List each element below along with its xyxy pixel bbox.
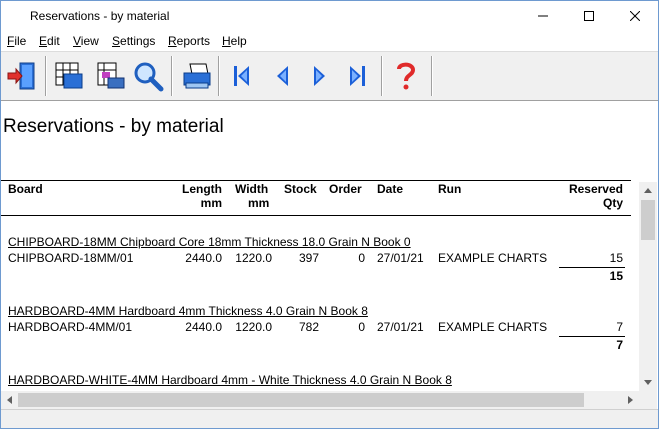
previous-page-icon [277,66,288,86]
cell-stock: 397 [298,251,319,265]
header-top-rule [1,180,631,181]
cell-order: 0 [358,251,365,265]
cell-date: 27/01/21 [377,320,424,334]
col-stock-header: Stock [284,182,317,196]
cell-board: HARDBOARD-4MM/01 [8,320,133,334]
vertical-scroll-thumb[interactable] [641,200,655,240]
cell-stock: 782 [298,320,319,334]
chevron-down-icon [644,380,652,385]
group-total: 15 [609,269,623,283]
menu-help[interactable]: Help [222,34,247,48]
group-title: HARDBOARD-WHITE-4MM Hardboard 4mm - Whit… [8,373,452,387]
cell-date: 27/01/21 [377,251,424,265]
col-width-header: Width mm [235,182,270,210]
group-title: HARDBOARD-4MM Hardboard 4mm Thickness 4.… [8,304,368,318]
chevron-right-icon [628,396,633,404]
horizontal-scroll-thumb[interactable] [18,393,584,407]
zoom-button[interactable] [131,58,165,94]
last-page-button[interactable] [341,58,375,94]
cell-board: CHIPBOARD-18MM/01 [8,251,134,265]
col-board-header: Board [8,182,43,196]
print-button[interactable] [179,58,213,94]
chevron-left-icon [7,396,12,404]
menu-view[interactable]: View [73,34,99,48]
cell-qty: 15 [609,251,623,265]
toolbar [1,51,658,101]
scroll-left-button[interactable] [1,391,18,409]
help-button[interactable] [389,58,423,94]
app-icon [9,9,23,23]
horizontal-scrollbar[interactable] [1,391,639,409]
close-icon [630,11,640,21]
menu-file[interactable]: File [7,34,26,48]
group-total: 7 [616,338,623,352]
menu-bar: File Edit View Settings Reports Help [1,31,658,51]
layout-grid-icon [55,62,83,89]
application-window: Reservations - by material File Edit Vie… [0,0,659,429]
print-preview-button[interactable] [93,58,127,94]
col-reserved-header: Reserved Qty [568,182,623,210]
col-length-header: Length mm [182,182,222,210]
window-title: Reservations - by material [30,9,170,23]
last-page-icon [350,66,365,86]
next-page-icon [314,66,325,86]
exit-button[interactable] [5,58,39,94]
layout-grid-button[interactable] [51,58,85,94]
title-bar: Reservations - by material [1,1,658,31]
cell-run: EXAMPLE CHARTS [438,320,548,334]
cell-width: 1220.0 [235,251,272,265]
close-button[interactable] [612,1,658,31]
chevron-up-icon [644,188,652,193]
status-bar [1,409,658,428]
subtotal-rule [559,336,625,337]
next-page-button[interactable] [303,58,337,94]
group-title: CHIPBOARD-18MM Chipboard Core 18mm Thick… [8,235,411,249]
help-icon [397,62,416,90]
report-title: Reservations - by material [3,116,224,137]
vertical-scrollbar[interactable] [639,182,657,392]
cell-width: 1220.0 [235,320,272,334]
cell-run: EXAMPLE CHARTS [438,251,548,265]
minimize-button[interactable] [520,1,566,31]
scroll-up-button[interactable] [639,182,657,199]
report-view: Reservations - by material Board Length m… [1,102,639,392]
first-page-icon [234,66,249,86]
cell-qty: 7 [616,320,623,334]
cell-order: 0 [358,320,365,334]
printer-icon [183,63,211,89]
menu-reports[interactable]: Reports [168,34,210,48]
minimize-icon [538,15,548,17]
scrollbar-corner [639,391,657,409]
col-run-header: Run [438,182,462,196]
col-date-header: Date [377,182,404,196]
maximize-button[interactable] [566,1,612,31]
scroll-right-button[interactable] [622,391,639,409]
first-page-button[interactable] [225,58,259,94]
cell-length: 2440.0 [185,320,222,334]
maximize-icon [584,11,594,21]
print-preview-icon [97,62,125,89]
zoom-icon [134,62,164,92]
subtotal-rule [559,267,625,268]
exit-icon [7,62,35,90]
cell-length: 2440.0 [185,251,222,265]
col-order-header: Order [329,182,362,196]
previous-page-button[interactable] [265,58,299,94]
menu-edit[interactable]: Edit [39,34,60,48]
menu-settings[interactable]: Settings [112,34,155,48]
header-bottom-rule [1,215,631,216]
scroll-down-button[interactable] [639,374,657,391]
